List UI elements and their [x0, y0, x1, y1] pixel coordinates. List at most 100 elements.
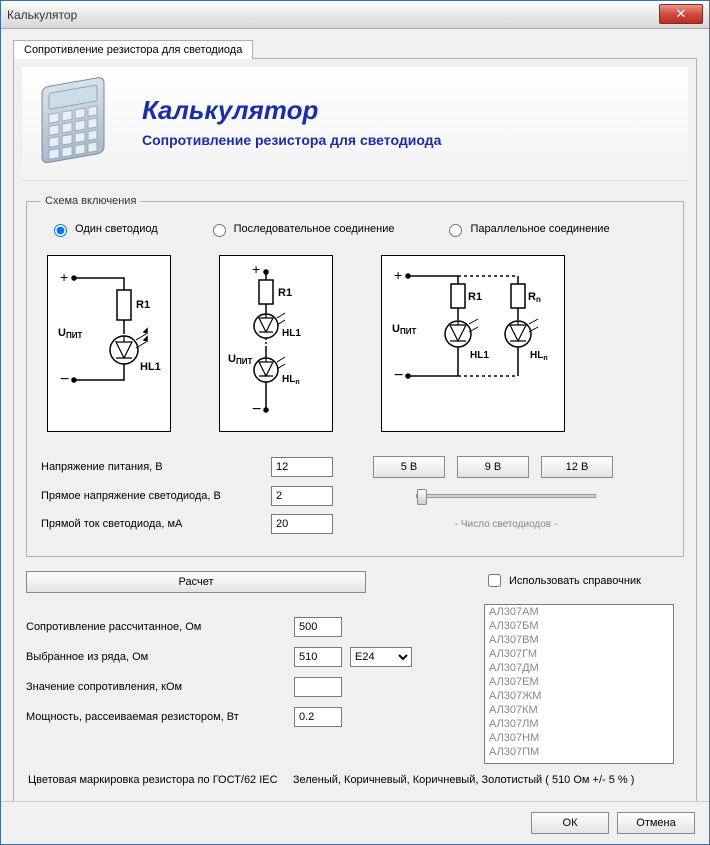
- list-item[interactable]: АЛ307КМ: [485, 703, 673, 717]
- hero: Калькулятор Сопротивление резистора для …: [22, 67, 688, 181]
- hero-title: Калькулятор: [142, 95, 441, 126]
- use-ref-checkbox[interactable]: [488, 574, 501, 587]
- radio-series-label: Последовательное соединение: [234, 223, 395, 235]
- radio-parallel[interactable]: Параллельное соединение: [444, 221, 609, 237]
- scheme-legend: Схема включения: [41, 195, 140, 207]
- hero-subtitle: Сопротивление резистора для светодиода: [142, 132, 441, 148]
- ok-button[interactable]: ОК: [531, 812, 609, 834]
- list-item[interactable]: АЛ307НМ: [485, 731, 673, 745]
- tab-header: Сопротивление резистора для светодиода: [13, 39, 697, 59]
- svg-text:R1: R1: [468, 291, 482, 303]
- power-output[interactable]: [294, 707, 342, 727]
- diagram-single: + − UПИТ R1: [47, 255, 171, 432]
- svg-text:+: +: [252, 262, 260, 277]
- app-window: Калькулятор ✕ Сопротивление резистора дл…: [0, 0, 710, 845]
- row-power: Мощность, рассеиваемая резистором, Вт: [26, 707, 464, 727]
- list-item[interactable]: АЛ307ЕМ: [485, 675, 673, 689]
- list-item[interactable]: АЛ307ДМ: [485, 661, 673, 675]
- list-item[interactable]: АЛ307ПМ: [485, 745, 673, 759]
- led-count-slider[interactable]: [416, 494, 596, 498]
- use-ref-row: Использовать справочник: [484, 571, 684, 590]
- led-count-caption-area: - Число светодиодов -: [343, 519, 669, 530]
- led-count-slider-area: [343, 494, 669, 498]
- svg-text:HL1: HL1: [282, 328, 301, 339]
- svg-text:−: −: [394, 367, 403, 384]
- supply-label: Напряжение питания, В: [41, 461, 261, 473]
- lower: Расчет Сопротивление рассчитанное, Ом Вы…: [26, 571, 684, 764]
- tab-body: Калькулятор Сопротивление резистора для …: [13, 59, 697, 801]
- colorcode-value: Зеленый, Коричневый, Коричневый, Золотис…: [293, 774, 635, 786]
- calculator-icon: [34, 75, 124, 168]
- svg-text:−: −: [252, 401, 261, 418]
- diagram-parallel: + − UПИТ R1: [381, 255, 565, 432]
- colorcode-label: Цветовая маркировка резистора по ГОСТ/62…: [28, 774, 278, 786]
- tab-resistor[interactable]: Сопротивление резистора для светодиода: [13, 40, 253, 59]
- list-item[interactable]: АЛ307ВМ: [485, 633, 673, 647]
- radio-series-input[interactable]: [213, 224, 226, 237]
- radio-single-label: Один светодиод: [75, 223, 158, 235]
- radio-single-input[interactable]: [54, 224, 67, 237]
- window-title: Калькулятор: [7, 8, 77, 22]
- list-item[interactable]: АЛ307БМ: [485, 619, 673, 633]
- cancel-button[interactable]: Отмена: [617, 812, 695, 834]
- radio-single[interactable]: Один светодиод: [49, 221, 158, 237]
- footer: ОК Отмена: [1, 801, 709, 844]
- scheme-radio-row: Один светодиод Последовательное соединен…: [41, 217, 669, 249]
- row-fwdi: Прямой ток светодиода, мА - Число светод…: [41, 514, 669, 534]
- calculate-button[interactable]: Расчет: [26, 571, 366, 593]
- row-r-calc: Сопротивление рассчитанное, Ом: [26, 617, 464, 637]
- svg-text:HLn: HLn: [530, 350, 548, 362]
- list-item[interactable]: АЛ307ЛМ: [485, 717, 673, 731]
- svg-text:HL1: HL1: [140, 361, 161, 373]
- list-item[interactable]: АЛ307ГМ: [485, 647, 673, 661]
- svg-text:UПИТ: UПИТ: [58, 327, 82, 340]
- svg-text:+: +: [394, 267, 402, 283]
- preset-12v-button[interactable]: 12 В: [541, 456, 613, 478]
- radio-series[interactable]: Последовательное соединение: [208, 221, 395, 237]
- svg-text:HLn: HLn: [282, 374, 300, 386]
- preset-9v-button[interactable]: 9 В: [457, 456, 529, 478]
- close-button[interactable]: ✕: [659, 4, 703, 24]
- r-std-label: Выбранное из ряда, Ом: [26, 651, 286, 663]
- radio-parallel-input[interactable]: [449, 224, 462, 237]
- list-item[interactable]: АЛ307ЖМ: [485, 689, 673, 703]
- supply-input[interactable]: [271, 457, 333, 477]
- preset-row: 5 В 9 В 12 В: [373, 456, 613, 478]
- fwdv-input[interactable]: [271, 486, 333, 506]
- list-item[interactable]: АЛ307АМ: [485, 605, 673, 619]
- slider-thumb[interactable]: [417, 489, 427, 505]
- colorcode-row: Цветовая маркировка резистора по ГОСТ/62…: [28, 774, 682, 786]
- fwdi-label: Прямой ток светодиода, мА: [41, 518, 261, 530]
- row-fwdv: Прямое напряжение светодиода, В: [41, 486, 669, 506]
- content: Сопротивление резистора для светодиода: [1, 29, 709, 801]
- svg-text:UПИТ: UПИТ: [228, 353, 252, 366]
- close-icon: ✕: [676, 6, 687, 22]
- power-label: Мощность, рассеиваемая резистором, Вт: [26, 711, 286, 723]
- r-calc-output[interactable]: [294, 617, 342, 637]
- svg-text:Rn: Rn: [528, 291, 541, 304]
- lower-left: Расчет Сопротивление рассчитанное, Ом Вы…: [26, 571, 464, 764]
- radio-parallel-label: Параллельное соединение: [470, 223, 609, 235]
- row-r-kohm: Значение сопротивления, кОм: [26, 677, 464, 697]
- r-kohm-output[interactable]: [294, 677, 342, 697]
- svg-text:+: +: [60, 269, 68, 285]
- svg-text:R1: R1: [278, 287, 292, 299]
- preset-5v-button[interactable]: 5 В: [373, 456, 445, 478]
- lower-right: Использовать справочник АЛ307АМ АЛ307БМ …: [484, 571, 684, 764]
- row-r-std: Выбранное из ряда, Ом E24: [26, 647, 464, 667]
- diagram-series: + R1 HL1 UПИТ: [219, 255, 333, 432]
- series-select[interactable]: E24: [350, 647, 412, 667]
- led-count-caption: - Число светодиодов -: [455, 519, 557, 530]
- use-ref-label: Использовать справочник: [509, 575, 641, 587]
- diagrams: + − UПИТ R1: [41, 249, 669, 448]
- fwdv-label: Прямое напряжение светодиода, В: [41, 490, 261, 502]
- r-std-output[interactable]: [294, 647, 342, 667]
- svg-text:R1: R1: [136, 299, 150, 311]
- hero-text: Калькулятор Сопротивление резистора для …: [142, 95, 441, 148]
- reference-listbox[interactable]: АЛ307АМ АЛ307БМ АЛ307ВМ АЛ307ГМ АЛ307ДМ …: [484, 604, 674, 764]
- titlebar: Калькулятор ✕: [1, 1, 709, 29]
- row-supply: Напряжение питания, В 5 В 9 В 12 В: [41, 456, 669, 478]
- svg-text:−: −: [60, 371, 69, 388]
- fwdi-input[interactable]: [271, 514, 333, 534]
- scheme-fieldset: Схема включения Один светодиод Последова…: [26, 195, 684, 557]
